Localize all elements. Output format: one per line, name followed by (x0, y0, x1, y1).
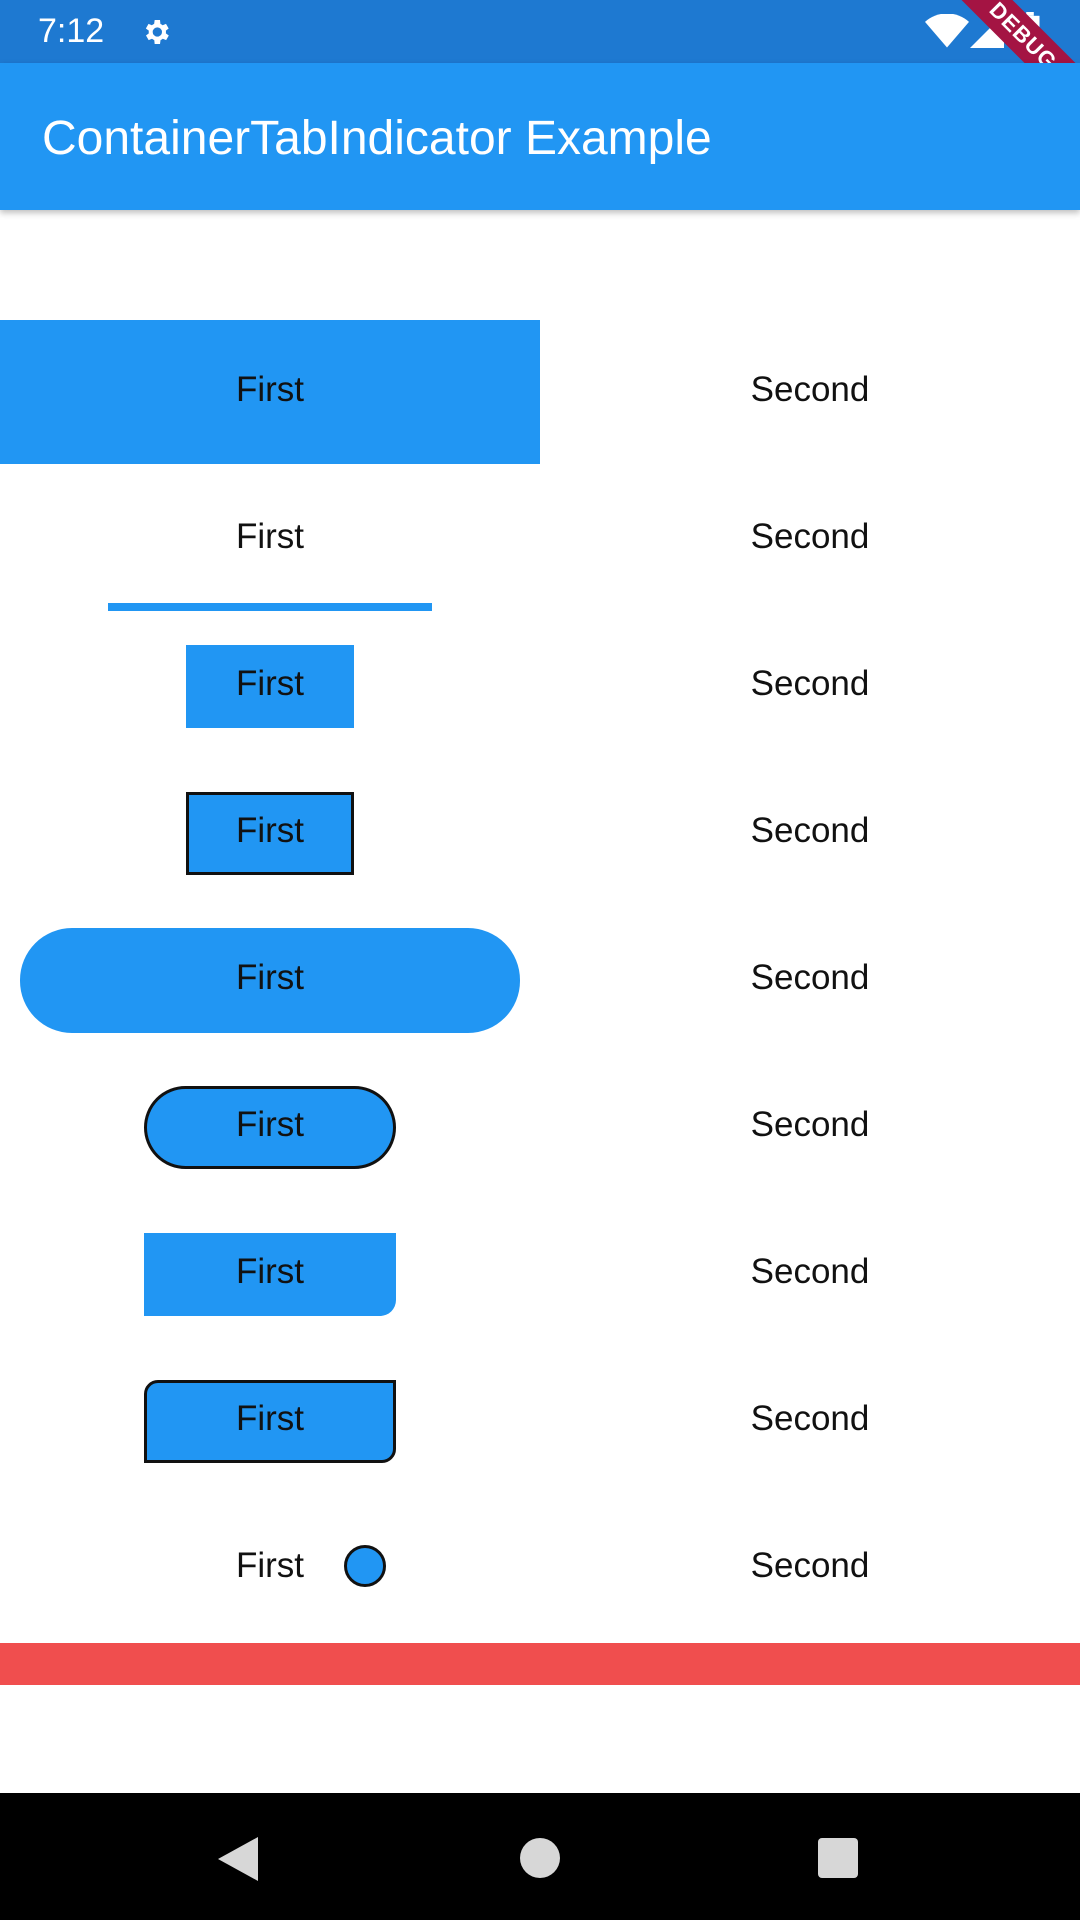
tab-second[interactable]: Second (540, 463, 1080, 610)
tab-bar-6: First Second (0, 1051, 1080, 1198)
home-icon[interactable] (520, 1838, 560, 1878)
tab-bar-9: First Second (0, 1492, 1080, 1639)
tab-bar-4: First Second (0, 757, 1080, 904)
tab-label-first: First (235, 370, 305, 409)
tab-label-second: Second (750, 370, 870, 409)
red-divider (0, 1643, 1080, 1685)
tab-first[interactable]: First (0, 1492, 540, 1639)
tab-label-first: First (235, 517, 305, 556)
tab-first[interactable]: First (0, 316, 540, 464)
tab-label-first: First (235, 1252, 305, 1291)
status-bar: 7:12 DEBUG (0, 0, 1080, 131)
tab-second[interactable]: Second (540, 1198, 1080, 1345)
tab-label-second: Second (750, 1399, 870, 1438)
gear-icon (145, 20, 169, 44)
tab-second[interactable]: Second (540, 1492, 1080, 1639)
tab-first[interactable]: First (0, 904, 540, 1051)
tab-first[interactable]: First (0, 757, 540, 904)
recents-icon[interactable] (818, 1838, 858, 1878)
tab-bar-1: First Second (0, 316, 1080, 464)
tab-second[interactable]: Second (540, 757, 1080, 904)
tab-label-second: Second (750, 1546, 870, 1585)
tab-second[interactable]: Second (540, 316, 1080, 463)
tab-label-second: Second (750, 811, 870, 850)
tab-first[interactable]: First (0, 1345, 540, 1492)
tab-first[interactable]: First (0, 610, 540, 757)
tab-second[interactable]: Second (540, 1345, 1080, 1492)
tab-bar-8: First Second (0, 1345, 1080, 1492)
tab-bar-3: First Second (0, 610, 1080, 757)
tab-label-first: First (235, 1546, 305, 1585)
page-title: ContainerTabIndicator Example (42, 112, 712, 165)
app-bar: ContainerTabIndicator Example (0, 63, 1080, 210)
tab-first[interactable]: First (0, 463, 540, 611)
tab-label-first: First (235, 664, 305, 703)
tab-label-second: Second (750, 1252, 870, 1291)
tab-label-first: First (235, 1399, 305, 1438)
tab-first[interactable]: First (0, 1198, 540, 1345)
tab-label-second: Second (750, 517, 870, 556)
tab-label-first: First (235, 811, 305, 850)
tab-label-second: Second (750, 664, 870, 703)
tab-second[interactable]: Second (540, 610, 1080, 757)
tab-label-first: First (235, 958, 305, 997)
tab-label-second: Second (750, 958, 870, 997)
tab-first[interactable]: First (0, 1051, 540, 1198)
tab-label-first: First (235, 1105, 305, 1144)
tab-bar-5: First Second (0, 904, 1080, 1051)
tab-second[interactable]: Second (540, 1051, 1080, 1198)
tab-second[interactable]: Second (540, 904, 1080, 1051)
wifi-icon (925, 14, 969, 48)
back-icon[interactable] (218, 1837, 258, 1881)
tab-bar-2: First Second (0, 463, 1080, 611)
tab-bar-7: First Second (0, 1198, 1080, 1345)
tab-label-second: Second (750, 1105, 870, 1144)
status-time: 7:12 (38, 12, 105, 50)
